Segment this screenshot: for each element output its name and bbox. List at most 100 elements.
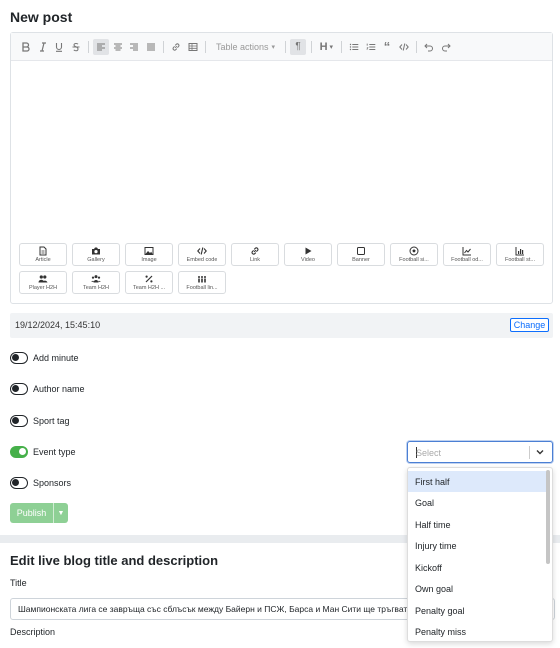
line-chart-icon xyxy=(462,247,471,256)
toggle-row-event-type: Event type xyxy=(10,445,76,459)
option-penalty-miss[interactable]: Penalty miss xyxy=(408,621,546,641)
toggle-label: Sport tag xyxy=(33,416,70,426)
block-link[interactable]: Link xyxy=(231,243,279,266)
option-first-half[interactable]: First half xyxy=(408,471,546,492)
publish-options-dropdown[interactable]: ▼ xyxy=(53,503,68,523)
block-label: Team H2H ... xyxy=(132,285,166,291)
option-half-time[interactable]: Half time xyxy=(408,514,546,535)
publish-button[interactable]: Publish xyxy=(10,503,53,523)
block-embed-code[interactable]: Embed code xyxy=(178,243,226,266)
block-label: Football od... xyxy=(451,257,483,263)
sponsors-toggle[interactable] xyxy=(10,477,28,489)
table-actions-label: Table actions xyxy=(216,41,269,52)
play-icon xyxy=(305,247,312,255)
chevron-down-icon: ▾ xyxy=(329,43,334,51)
square-icon xyxy=(357,247,365,255)
heading-icon: H xyxy=(319,40,328,53)
block-team-h2h-percent[interactable]: Team H2H ... xyxy=(125,271,173,294)
undo-icon[interactable] xyxy=(421,39,437,55)
block-football-lineups[interactable]: Football lin... xyxy=(178,271,226,294)
link-icon[interactable] xyxy=(168,39,184,55)
block-label: Embed code xyxy=(186,257,218,263)
block-football-si[interactable]: Football si... xyxy=(390,243,438,266)
toolbar-separator xyxy=(205,40,206,53)
percent-icon xyxy=(145,275,153,283)
toggle-row-sport-tag: Sport tag xyxy=(10,414,70,428)
align-right-icon[interactable] xyxy=(126,39,142,55)
toggle-label: Add minute xyxy=(33,353,79,363)
add-minute-toggle[interactable] xyxy=(10,352,28,364)
link-icon xyxy=(251,247,259,255)
caret-down-icon: ▼ xyxy=(57,509,65,517)
block-image[interactable]: Image xyxy=(125,243,173,266)
team-icon xyxy=(198,276,206,283)
image-icon xyxy=(144,247,154,255)
title-label: Title xyxy=(10,578,27,588)
toggle-row-sponsors: Sponsors xyxy=(10,476,71,490)
align-left-icon[interactable] xyxy=(93,38,109,55)
toolbar-separator xyxy=(163,40,164,53)
select-placeholder: Select xyxy=(416,448,442,458)
block-label: Team H2H xyxy=(83,285,109,291)
chevron-down-icon[interactable] xyxy=(534,446,546,458)
bar-chart-icon xyxy=(515,247,524,256)
toolbar-separator xyxy=(88,40,89,53)
italic-icon[interactable] xyxy=(35,39,51,55)
block-label: Football lin... xyxy=(186,285,218,291)
publish-date-row: 19/12/2024, 15:45:10 Change xyxy=(10,313,553,338)
block-football-st[interactable]: Football st... xyxy=(496,243,544,266)
table-icon[interactable] xyxy=(185,39,201,55)
ordered-list-icon[interactable] xyxy=(363,39,379,55)
block-label: Banner xyxy=(352,257,370,263)
author-name-toggle[interactable] xyxy=(10,383,28,395)
publish-button-group: Publish ▼ xyxy=(10,503,68,523)
toggle-label: Event type xyxy=(33,447,76,457)
block-label: Football st... xyxy=(505,257,535,263)
rich-text-editor[interactable]: Table actions▾ ¶ H▾ “ Article Gallery xyxy=(10,32,553,304)
file-icon xyxy=(39,246,47,256)
paragraph-icon[interactable]: ¶ xyxy=(290,38,307,55)
align-center-icon[interactable] xyxy=(110,39,126,55)
toggle-row-add-minute: Add minute xyxy=(10,351,79,365)
event-type-menu: First half Goal Half time Injury time Ki… xyxy=(407,467,553,642)
redo-icon[interactable] xyxy=(438,39,454,55)
option-kickoff[interactable]: Kickoff xyxy=(408,557,546,578)
football-icon xyxy=(409,246,419,256)
sport-tag-toggle[interactable] xyxy=(10,415,28,427)
block-label: Image xyxy=(141,257,157,263)
quote-icon[interactable]: “ xyxy=(379,39,395,55)
align-justify-icon[interactable] xyxy=(143,39,159,55)
underline-icon[interactable] xyxy=(51,39,67,55)
heading-dropdown[interactable]: H ▾ xyxy=(320,41,333,53)
menu-scrollbar[interactable] xyxy=(546,470,550,564)
block-video[interactable]: Video xyxy=(284,243,332,266)
toggle-row-author-name: Author name xyxy=(10,382,85,396)
block-player-h2h[interactable]: Player H2H xyxy=(19,271,67,294)
bold-icon[interactable] xyxy=(18,39,34,55)
event-type-select[interactable]: Select xyxy=(407,441,553,463)
option-own-goal[interactable]: Own goal xyxy=(408,578,546,599)
toolbar-separator xyxy=(341,40,343,53)
toggle-label: Author name xyxy=(33,384,85,394)
chevron-down-icon: ▾ xyxy=(271,43,276,51)
change-date-button[interactable]: Change xyxy=(510,318,549,332)
block-team-h2h[interactable]: Team H2H xyxy=(72,271,120,294)
block-label: Video xyxy=(301,257,315,263)
block-article[interactable]: Article xyxy=(19,243,67,266)
block-label: Football si... xyxy=(399,257,429,263)
block-label: Gallery xyxy=(87,257,105,263)
block-gallery[interactable]: Gallery xyxy=(72,243,120,266)
bullet-list-icon[interactable] xyxy=(346,39,362,55)
toggle-label: Sponsors xyxy=(33,478,72,488)
table-actions-dropdown[interactable]: Table actions ▾ xyxy=(216,42,275,52)
event-type-toggle[interactable] xyxy=(10,446,28,458)
block-banner[interactable]: Banner xyxy=(337,243,385,266)
option-penalty-goal[interactable]: Penalty goal xyxy=(408,600,546,621)
page-title: New post xyxy=(10,9,73,25)
option-goal[interactable]: Goal xyxy=(408,492,546,513)
block-football-od[interactable]: Football od... xyxy=(443,243,491,266)
strikethrough-icon[interactable] xyxy=(68,39,84,55)
option-injury-time[interactable]: Injury time xyxy=(408,535,546,556)
code-icon[interactable] xyxy=(396,39,412,55)
users-group-icon xyxy=(91,275,101,283)
